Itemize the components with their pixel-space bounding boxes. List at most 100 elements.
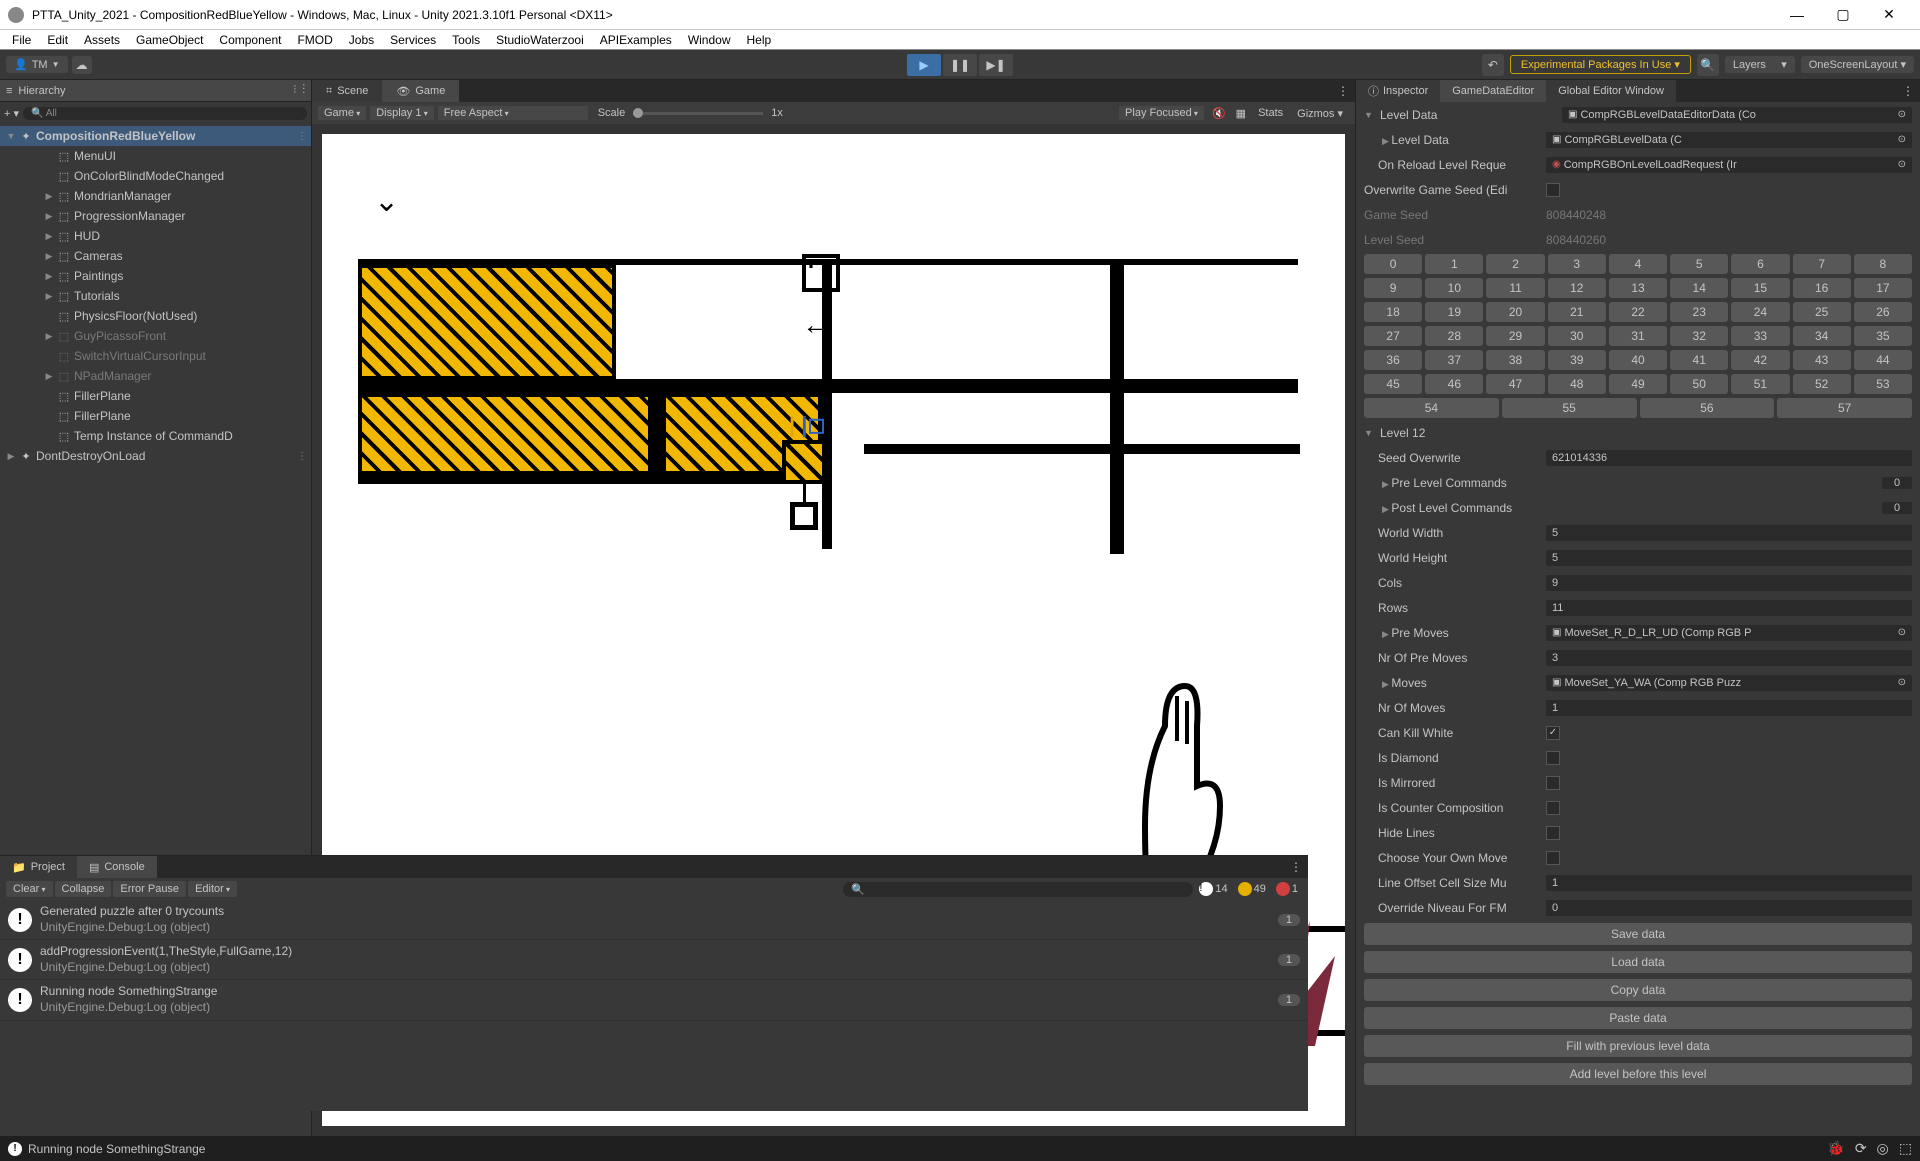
paste-data-button[interactable]: Paste data [1364,1007,1912,1029]
layout-dropdown[interactable]: OneScreenLayout ▾ [1801,56,1914,73]
level-button[interactable]: 37 [1425,350,1483,370]
level-button[interactable]: 22 [1609,302,1667,322]
level-button[interactable]: 11 [1486,278,1544,298]
checkbox[interactable] [1546,826,1560,840]
menu-jobs[interactable]: Jobs [341,33,382,47]
level-button[interactable]: 57 [1777,398,1912,418]
checkbox[interactable] [1546,776,1560,790]
level-button[interactable]: 43 [1793,350,1851,370]
aspect-dropdown[interactable]: Free Aspect [438,106,588,120]
menu-tools[interactable]: Tools [444,33,488,47]
tree-item[interactable]: ▶⬚Cameras [0,246,311,266]
error-pause-button[interactable]: Error Pause [113,881,186,897]
level-button[interactable]: 31 [1609,326,1667,346]
level-button[interactable]: 47 [1486,374,1544,394]
tab-globaleditor[interactable]: Global Editor Window [1546,80,1676,102]
expand-arrow-icon[interactable]: ▶ [44,291,54,302]
level-button[interactable]: 26 [1854,302,1912,322]
level-button[interactable]: 41 [1670,350,1728,370]
menu-apiexamples[interactable]: APIExamples [592,33,680,47]
hierarchy-tab[interactable]: ≡ Hierarchy ⫶ ⋮ [0,80,311,102]
expand-arrow-icon[interactable]: ▶ [6,451,16,462]
array-count[interactable]: 0 [1882,502,1912,514]
menu-window[interactable]: Window [680,33,739,47]
display-dropdown[interactable]: Display 1 [370,106,434,120]
level-button[interactable]: 49 [1609,374,1667,394]
object-field[interactable]: ▣CompRGBLevelData (C⊙ [1546,132,1912,148]
tree-item[interactable]: ▶⬚NPadManager [0,366,311,386]
cloud-button[interactable]: ☁ [72,56,92,74]
array-count[interactable]: 0 [1882,477,1912,489]
level-button[interactable]: 48 [1548,374,1606,394]
undo-icon[interactable] [802,254,840,292]
menu-services[interactable]: Services [382,33,444,47]
history-button[interactable]: ↶ [1482,54,1504,76]
info-count[interactable]: !14 [1195,882,1231,896]
collapse-button[interactable]: Collapse [55,881,112,897]
tab-project[interactable]: 📁Project [0,856,77,878]
menu-fmod[interactable]: FMOD [289,33,340,47]
tree-item[interactable]: ▶⬚Tutorials [0,286,311,306]
level-button[interactable]: 44 [1854,350,1912,370]
level-button[interactable]: 13 [1609,278,1667,298]
level-button[interactable]: 45 [1364,374,1422,394]
gizmos-dropdown[interactable]: Gizmos ▾ [1291,106,1349,121]
number-field[interactable]: 0 [1546,900,1912,916]
level-button[interactable]: 28 [1425,326,1483,346]
object-field[interactable]: ▣MoveSet_R_D_LR_UD (Comp RGB P⊙ [1546,625,1912,641]
tree-item[interactable]: ⬚SwitchVirtualCursorInput [0,346,311,366]
tab-gamedataeditor[interactable]: GameDataEditor [1440,80,1546,102]
tab-inspector[interactable]: ⓘInspector [1356,80,1440,102]
clear-button[interactable]: Clear [6,881,53,897]
level-button[interactable]: 51 [1731,374,1789,394]
layers-dropdown[interactable]: Layers ▾ [1725,56,1795,73]
tree-item[interactable]: ▶⬚ProgressionManager [0,206,311,226]
number-field[interactable]: 3 [1546,650,1912,666]
object-field[interactable]: ◉CompRGBOnLevelLoadRequest (Ir⊙ [1546,157,1912,173]
save-data-button[interactable]: Save data [1364,923,1912,945]
context-menu-icon[interactable]: ⋮ [297,131,307,142]
search-button[interactable]: 🔍 [1697,54,1719,76]
expand-arrow-icon[interactable]: ▶ [44,191,54,202]
tree-item[interactable]: ⬚OnColorBlindModeChanged [0,166,311,186]
level-button[interactable]: 21 [1548,302,1606,322]
level-button[interactable]: 35 [1854,326,1912,346]
level-button[interactable]: 2 [1486,254,1544,274]
tree-scene-dontdestroy[interactable]: ▶ ✦ DontDestroyOnLoad ⋮ [0,446,311,466]
chevron-down-icon[interactable]: ⌄ [374,184,399,219]
fill-previous-button[interactable]: Fill with previous level data [1364,1035,1912,1057]
context-menu-icon[interactable]: ⋮ [297,451,307,462]
level-button[interactable]: 14 [1670,278,1728,298]
focus-dropdown[interactable]: Play Focused [1119,106,1204,120]
tree-item[interactable]: ⬚FillerPlane [0,406,311,426]
foldout-arrow-icon[interactable]: ▼ [1364,110,1376,120]
close-button[interactable]: ✕ [1866,0,1912,30]
create-dropdown[interactable]: + ▾ [4,107,19,120]
sync-off-icon[interactable]: ⟳ [1855,1140,1867,1157]
editor-dropdown[interactable]: Editor [188,881,237,897]
account-dropdown[interactable]: 👤 TM ▼ [6,56,68,73]
level-button[interactable]: 25 [1793,302,1851,322]
number-field[interactable]: 1 [1546,875,1912,891]
console-body[interactable]: !Generated puzzle after 0 trycountsUnity… [0,900,1308,1111]
log-entry[interactable]: !addProgressionEvent(1,TheStyle,FullGame… [0,940,1308,980]
level-button[interactable]: 32 [1670,326,1728,346]
stats-button[interactable]: Stats [1252,106,1289,120]
build-icon[interactable]: ⬚ [1899,1140,1912,1157]
level-header[interactable]: ▼ Level 12 [1356,420,1920,445]
level-button[interactable]: 7 [1793,254,1851,274]
checkbox[interactable] [1546,751,1560,765]
tree-item[interactable]: ▶⬚MondrianManager [0,186,311,206]
bug-icon[interactable]: 🐞 [1827,1140,1844,1157]
level-button[interactable]: 27 [1364,326,1422,346]
expand-arrow-icon[interactable]: ▶ [44,371,54,382]
menu-edit[interactable]: Edit [39,33,76,47]
hierarchy-search[interactable]: 🔍 All [23,107,307,120]
level-button[interactable]: 38 [1486,350,1544,370]
level-button[interactable]: 10 [1425,278,1483,298]
tab-console[interactable]: ▤Console [77,856,157,878]
level-button[interactable]: 55 [1502,398,1637,418]
level-button[interactable]: 33 [1731,326,1789,346]
tab-game[interactable]: 👁Game [382,80,459,102]
level-button[interactable]: 30 [1548,326,1606,346]
